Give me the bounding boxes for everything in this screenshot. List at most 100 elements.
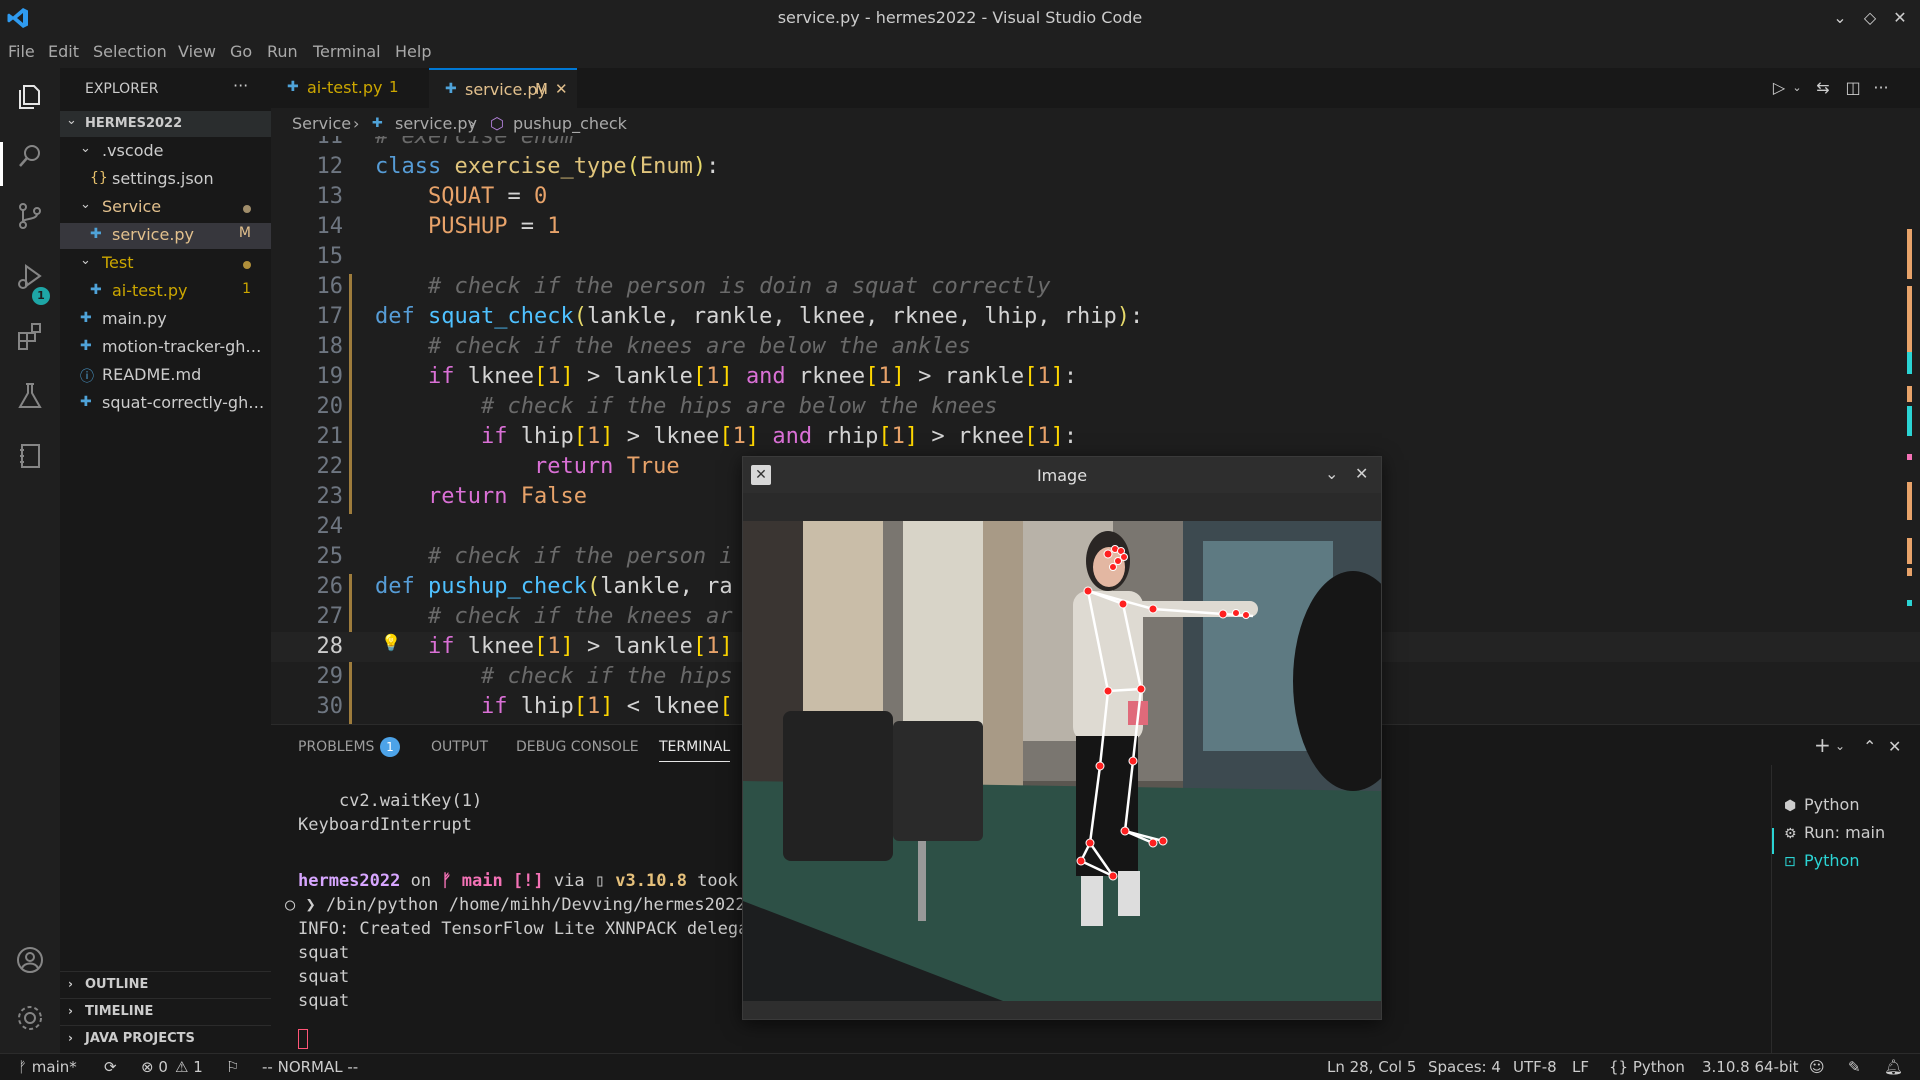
tab-output[interactable]: OUTPUT	[431, 739, 488, 755]
close-panel-icon[interactable]: ✕	[1888, 737, 1901, 756]
tree-folder-test[interactable]: ⌄ Test	[60, 251, 271, 277]
modified-dot	[243, 205, 251, 213]
run-debug-icon[interactable]	[14, 260, 46, 292]
debug-run-icon[interactable]: ⚐	[226, 1058, 239, 1076]
code-line: 21 if lhip[1] > lknee[1] and rhip[1] > r…	[271, 422, 1920, 452]
section-outline[interactable]: › OUTLINE	[60, 971, 271, 997]
language-mode[interactable]: {} Python	[1609, 1058, 1685, 1076]
workspace-root[interactable]: ⌄ HERMES2022	[60, 111, 271, 137]
run-file-icon[interactable]: ▷	[1769, 78, 1789, 98]
pose-camera-image	[743, 521, 1413, 1001]
menu-help[interactable]: Help	[395, 42, 431, 61]
overview-ruler[interactable]	[1904, 136, 1920, 724]
source-control-icon[interactable]	[14, 200, 46, 232]
terminal-dropdown-icon[interactable]: ⌄	[1835, 739, 1845, 753]
settings-gear-icon[interactable]	[14, 1002, 46, 1034]
errors-count[interactable]: ⊗ 0	[141, 1058, 168, 1076]
menu-view[interactable]: View	[178, 42, 216, 61]
braces-icon: {}	[1609, 1058, 1633, 1076]
menu-run[interactable]: Run	[267, 42, 298, 61]
warnings-count[interactable]: ⚠ 1	[175, 1058, 203, 1076]
copilot-icon[interactable]: ☺	[1809, 1058, 1825, 1076]
section-java-projects[interactable]: › JAVA PROJECTS	[60, 1025, 271, 1051]
more-actions-icon[interactable]: ···	[233, 76, 248, 95]
section-label: OUTLINE	[85, 977, 149, 992]
workspace-root-label: HERMES2022	[85, 116, 183, 131]
line-number: 14	[316, 214, 344, 239]
menu-go[interactable]: Go	[230, 42, 252, 61]
python-icon: ⬢	[1784, 798, 1797, 814]
terminal-instance-run-main[interactable]: ⚙ Run: main	[1784, 823, 1885, 842]
minimize-icon[interactable]: ⌄	[1828, 6, 1852, 30]
code-content: # check if the hips	[375, 664, 733, 689]
maximize-panel-icon[interactable]: ⌃	[1863, 737, 1876, 756]
open-changes-icon[interactable]: ⇆	[1813, 78, 1833, 98]
tab-ai-test-py[interactable]: ✚ ai-test.py 1	[271, 68, 429, 108]
tree-file-squat-correctly[interactable]: ✚ squat-correctly-ghc....	[60, 391, 271, 417]
split-editor-icon[interactable]: ◫	[1843, 78, 1863, 98]
tab-problems[interactable]: PROBLEMS	[298, 739, 374, 755]
sync-icon[interactable]: ⟳	[104, 1058, 117, 1076]
extensions-icon[interactable]	[14, 320, 46, 352]
menu-file[interactable]: File	[8, 42, 35, 61]
indentation[interactable]: Spaces: 4	[1428, 1058, 1501, 1076]
breadcrumb-symbol[interactable]: pushup_check	[513, 114, 627, 133]
tree-file-motion-tracker[interactable]: ✚ motion-tracker-ghc....	[60, 335, 271, 361]
image-window-toolbar	[743, 493, 1381, 521]
close-window-icon[interactable]: ✕	[1888, 6, 1912, 30]
tree-file-settings-json[interactable]: {} settings.json	[60, 167, 271, 193]
tree-item-label: Service	[102, 197, 162, 216]
tree-file-ai-test-py[interactable]: ✚ ai-test.py 1	[60, 279, 271, 305]
menu-selection[interactable]: Selection	[93, 42, 167, 61]
testing-flask-icon[interactable]	[14, 380, 46, 412]
python-file-icon: ✚	[90, 226, 102, 242]
search-icon[interactable]	[14, 140, 46, 172]
tab-service-py[interactable]: ✚ service.py M ✕	[429, 68, 577, 108]
menu-terminal[interactable]: Terminal	[313, 42, 381, 61]
notebook-icon[interactable]	[14, 440, 46, 472]
editor-more-icon[interactable]: ···	[1871, 78, 1891, 98]
image-window-statusbar	[743, 1001, 1381, 1019]
breadcrumb-folder[interactable]: Service	[292, 114, 351, 133]
chevron-down-icon[interactable]: ⌄	[1325, 464, 1338, 483]
image-preview-window[interactable]: ✕ Image ⌄ ✕	[742, 456, 1413, 1020]
tree-folder-service[interactable]: ⌄ Service	[60, 195, 271, 221]
line-number: 22	[316, 454, 344, 479]
cursor-position[interactable]: Ln 28, Col 5	[1327, 1058, 1416, 1076]
code-content: # check if the knees are below the ankle…	[375, 334, 971, 359]
explorer-icon[interactable]	[14, 80, 46, 112]
terminal-instance-python[interactable]: ⬢ Python	[1784, 795, 1859, 814]
feedback-icon[interactable]: ✎	[1848, 1058, 1861, 1076]
prompt-python-version: v3.10.8	[615, 871, 687, 891]
close-icon[interactable]: ✕	[1355, 464, 1368, 483]
code-content: # check if the hips are below the knees	[375, 394, 998, 419]
menu-edit[interactable]: Edit	[48, 42, 79, 61]
end-of-line[interactable]: LF	[1572, 1058, 1589, 1076]
section-timeline[interactable]: › TIMELINE	[60, 998, 271, 1024]
python-interpreter[interactable]: 3.10.8 64-bit	[1702, 1058, 1799, 1076]
tab-debug-console[interactable]: DEBUG CONSOLE	[516, 739, 639, 755]
run-dropdown-icon[interactable]: ⌄	[1787, 78, 1807, 98]
terminal-instance-python-active[interactable]: ⊡ Python	[1784, 851, 1859, 870]
accounts-icon[interactable]	[14, 944, 46, 976]
tree-file-main-py[interactable]: ✚ main.py	[60, 307, 271, 333]
tree-file-service-py[interactable]: ✚ service.py M	[60, 223, 271, 249]
image-window-titlebar[interactable]: ✕ Image ⌄ ✕	[743, 457, 1381, 493]
image-window-title: Image	[1036, 466, 1088, 485]
close-tab-icon[interactable]: ✕	[555, 80, 568, 98]
new-terminal-icon[interactable]: +	[1814, 733, 1831, 757]
tree-file-readme[interactable]: ⓘ README.md	[60, 363, 271, 389]
chevron-down-icon: ⌄	[80, 197, 91, 212]
code-comment: # exercise enum	[375, 136, 574, 149]
maximize-icon[interactable]: ◇	[1858, 6, 1882, 30]
lightbulb-icon[interactable]: 💡	[381, 633, 401, 652]
breadcrumb-file[interactable]: service.py	[395, 114, 477, 133]
terminal-line: INFO: Created TensorFlow Lite XNNPACK de…	[298, 919, 759, 939]
notifications-bell-icon[interactable]: 🔔︎	[1884, 1058, 1903, 1076]
tree-folder-vscode[interactable]: ⌄ .vscode	[60, 139, 271, 165]
tab-terminal[interactable]: TERMINAL	[659, 739, 731, 762]
ruler-mark	[1907, 406, 1912, 436]
branch-indicator[interactable]: ᚠ main*	[18, 1058, 77, 1076]
ruler-mark	[1907, 386, 1912, 402]
encoding[interactable]: UTF-8	[1513, 1058, 1557, 1076]
